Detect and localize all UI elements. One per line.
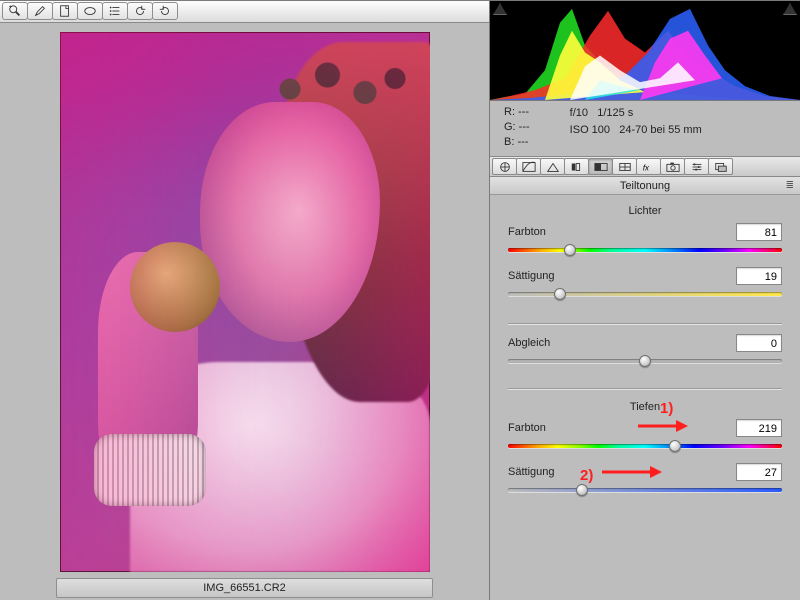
readout-shutter: 1/125 s <box>597 107 633 119</box>
panel-title: Teiltonung <box>620 180 670 192</box>
tool-page[interactable] <box>52 2 78 20</box>
tab-snapshots[interactable] <box>708 158 733 175</box>
shadows-sat-input[interactable] <box>736 463 782 481</box>
tab-basic[interactable] <box>492 158 517 175</box>
readout-aperture: f/10 <box>570 107 588 119</box>
readout-b: B: --- <box>504 135 530 150</box>
shadows-heading: Tiefen <box>508 401 782 413</box>
tool-rotate-ccw[interactable] <box>127 2 153 20</box>
balance-input[interactable] <box>736 334 782 352</box>
highlights-heading: Lichter <box>508 205 782 217</box>
highlights-sat-slider[interactable] <box>508 287 782 301</box>
tool-ellipse[interactable] <box>77 2 103 20</box>
highlights-sat-label: Sättigung <box>508 270 584 282</box>
preview-image <box>60 32 430 572</box>
panel-menu-icon[interactable]: ≣ <box>786 180 794 191</box>
highlights-sat-input[interactable] <box>736 267 782 285</box>
panel-title-bar: Teiltonung ≣ <box>490 177 800 195</box>
panel-tabs: fx <box>490 157 800 177</box>
svg-text:fx: fx <box>642 163 649 172</box>
shadows-hue-slider[interactable] <box>508 439 782 453</box>
readout-lens: 24-70 bei 55 mm <box>619 124 702 136</box>
readout-iso: ISO 100 <box>570 124 610 136</box>
shadows-sat-slider[interactable] <box>508 483 782 497</box>
svg-text:+: + <box>9 4 12 10</box>
tab-presets[interactable] <box>684 158 709 175</box>
highlights-hue-slider[interactable] <box>508 243 782 257</box>
tool-brush[interactable] <box>27 2 53 20</box>
tool-zoom-eye[interactable]: + <box>2 2 28 20</box>
main-toolbar: + <box>0 1 489 23</box>
tab-detail[interactable] <box>540 158 565 175</box>
tool-rotate-cw[interactable] <box>152 2 178 20</box>
tab-lens[interactable] <box>612 158 637 175</box>
balance-label: Abgleich <box>508 337 584 349</box>
readout-g: G: --- <box>504 120 530 135</box>
tab-curve[interactable] <box>516 158 541 175</box>
image-canvas[interactable] <box>0 23 489 572</box>
shadows-hue-label: Farbton <box>508 422 584 434</box>
shadows-hue-input[interactable] <box>736 419 782 437</box>
tab-hsl[interactable] <box>564 158 589 175</box>
tab-fx[interactable]: fx <box>636 158 661 175</box>
filename-label: IMG_66551.CR2 <box>56 578 433 598</box>
histogram[interactable] <box>490 1 800 101</box>
highlights-hue-input[interactable] <box>736 223 782 241</box>
shadows-sat-label: Sättigung <box>508 466 584 478</box>
tab-split-toning[interactable] <box>588 158 613 175</box>
exif-readout: R: --- G: --- B: --- f/10 1/125 s ISO 10… <box>490 101 800 157</box>
readout-r: R: --- <box>504 105 530 120</box>
tool-list[interactable] <box>102 2 128 20</box>
highlights-hue-label: Farbton <box>508 226 584 238</box>
tab-camera[interactable] <box>660 158 685 175</box>
balance-slider[interactable] <box>508 354 782 368</box>
